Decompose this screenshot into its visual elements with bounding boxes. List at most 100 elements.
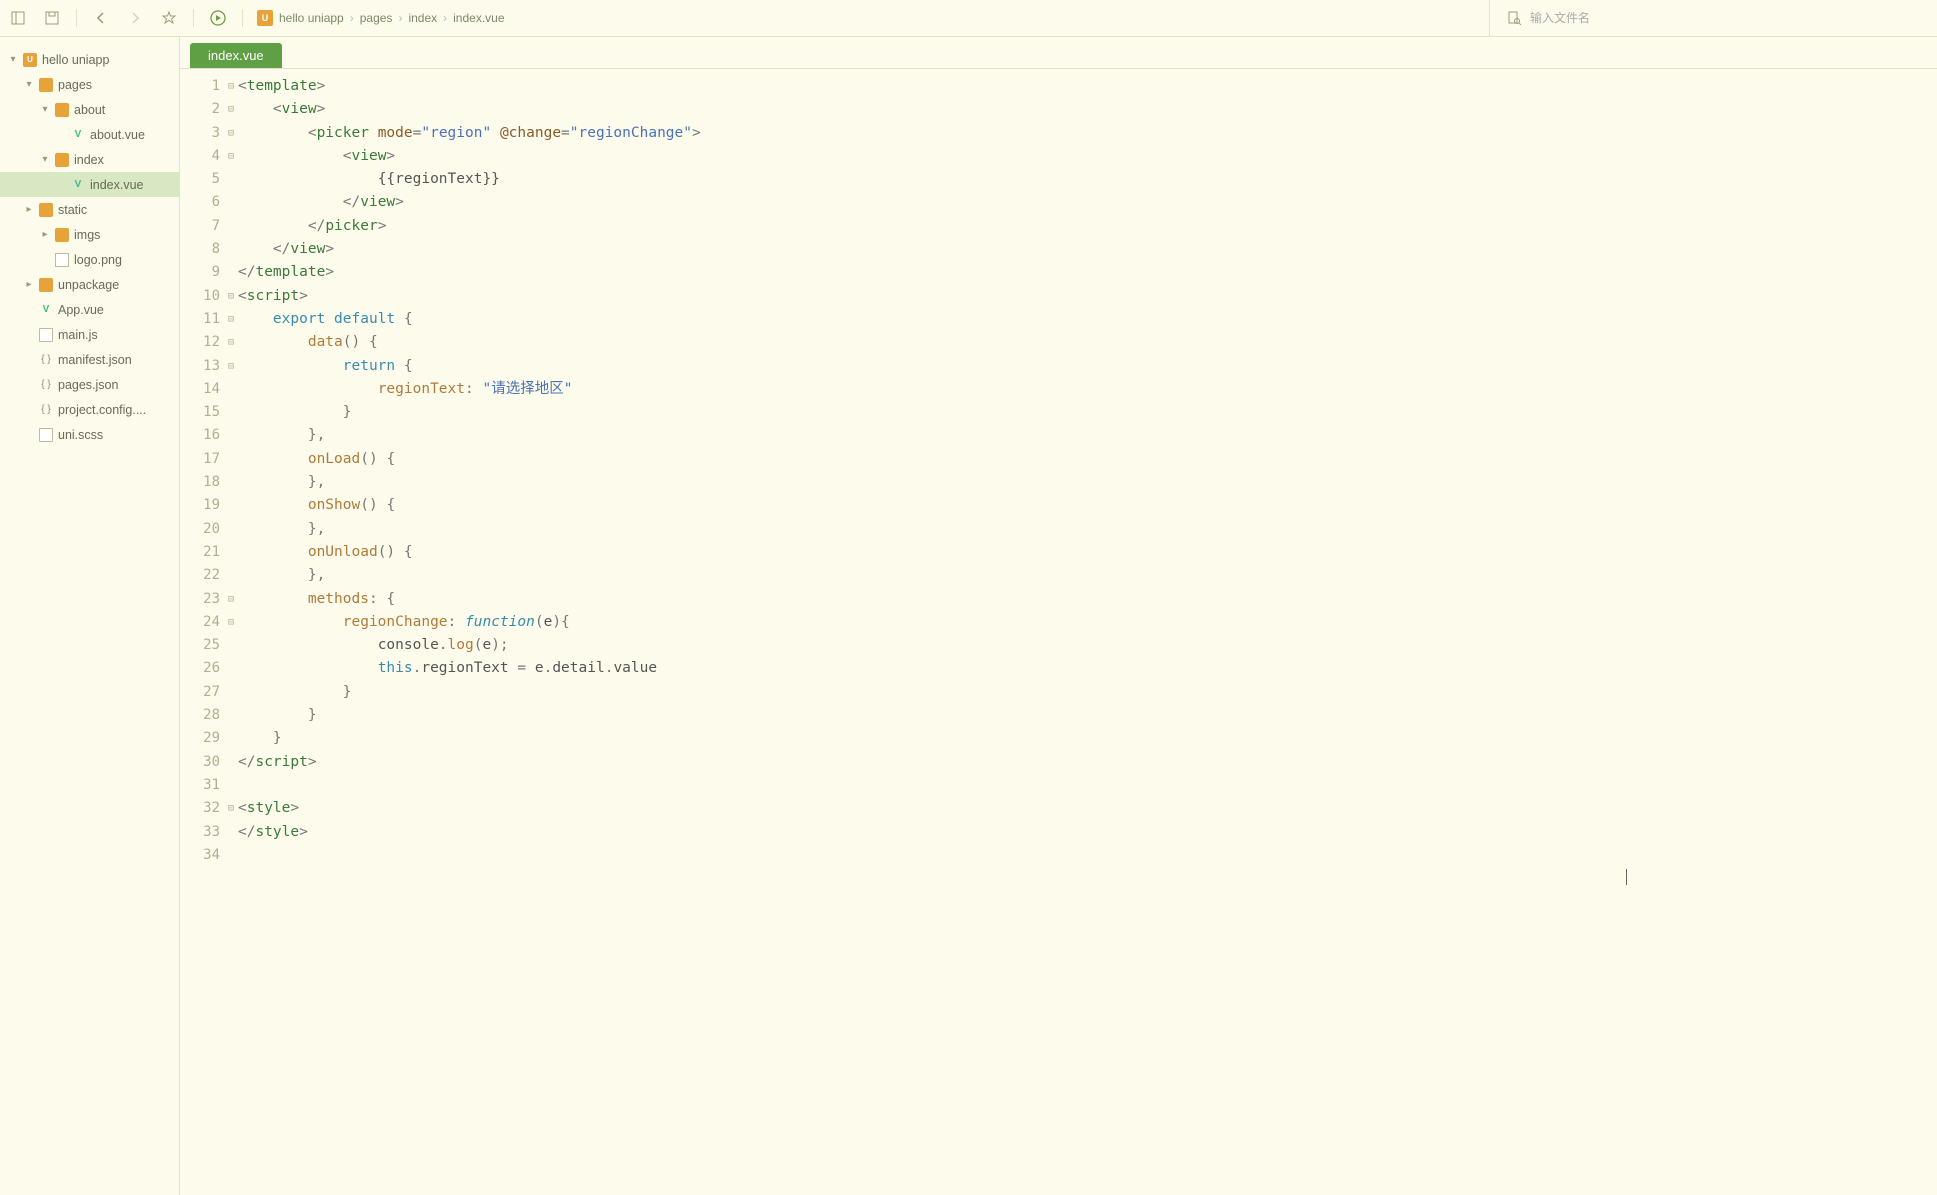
tree-twist-icon[interactable]: ▾ [40, 154, 50, 165]
separator [193, 9, 194, 27]
tree-item[interactable]: { } project.config.... [0, 397, 179, 422]
search-input[interactable] [1530, 11, 1929, 25]
editor: index.vue 123456789101112131415161718192… [180, 37, 1937, 1195]
file-icon [39, 428, 53, 442]
code-line[interactable]: methods: { [238, 588, 1937, 611]
save-icon[interactable] [42, 8, 62, 28]
code-line[interactable]: <script> [238, 285, 1937, 308]
code-line[interactable]: <style> [238, 797, 1937, 820]
tree-item-label: about [74, 103, 105, 117]
tree-item[interactable]: VApp.vue [0, 297, 179, 322]
code-line[interactable] [238, 774, 1937, 797]
json-icon: { } [39, 403, 53, 417]
panel-toggle-icon[interactable] [8, 8, 28, 28]
code-line[interactable]: </template> [238, 261, 1937, 284]
tree-item[interactable]: Vabout.vue [0, 122, 179, 147]
star-icon[interactable] [159, 8, 179, 28]
code-area[interactable]: 1234567891011121314151617181920212223242… [180, 69, 1937, 1195]
code-line[interactable]: this.regionText = e.detail.value [238, 657, 1937, 680]
code-line[interactable]: <view> [238, 98, 1937, 121]
tree-item[interactable]: Vindex.vue [0, 172, 179, 197]
vue-icon: V [71, 128, 85, 142]
tree-item-label: static [58, 203, 87, 217]
tree-twist-icon[interactable]: ▾ [8, 54, 18, 65]
json-icon: { } [39, 353, 53, 367]
tree-item-label: index [74, 153, 104, 167]
tree-item[interactable]: logo.png [0, 247, 179, 272]
tree-item-label: project.config.... [58, 403, 146, 417]
file-tree[interactable]: ▾Uhello uniapp▾pages▾aboutVabout.vue▾ind… [0, 37, 180, 1195]
code-line[interactable]: {{regionText}} [238, 168, 1937, 191]
tree-item-label: about.vue [90, 128, 145, 142]
tree-item-label: logo.png [74, 253, 122, 267]
code-line[interactable]: onUnload() { [238, 541, 1937, 564]
tree-item[interactable]: { } manifest.json [0, 347, 179, 372]
tree-twist-icon[interactable]: ▸ [24, 279, 34, 290]
tree-item[interactable]: ▸imgs [0, 222, 179, 247]
code-line[interactable] [238, 844, 1937, 867]
forward-icon[interactable] [125, 8, 145, 28]
code-line[interactable]: </picker> [238, 215, 1937, 238]
text-cursor [1626, 869, 1627, 885]
tree-item-label: pages [58, 78, 92, 92]
breadcrumb-item[interactable]: index [408, 11, 437, 25]
folder-open-icon [55, 103, 69, 117]
code-line[interactable]: onLoad() { [238, 448, 1937, 471]
tree-item[interactable]: { }pages.json [0, 372, 179, 397]
tree-item[interactable]: main.js [0, 322, 179, 347]
code-line[interactable]: regionChange: function(e){ [238, 611, 1937, 634]
back-icon[interactable] [91, 8, 111, 28]
tree-twist-icon[interactable]: ▸ [40, 229, 50, 240]
img-icon [55, 253, 69, 267]
file-icon [39, 328, 53, 342]
tree-item-label: index.vue [90, 178, 144, 192]
fold-gutter[interactable]: ⊟⊟⊟⊟⊟⊟⊟⊟⊟⊟⊟ [224, 69, 238, 1195]
tree-twist-icon[interactable]: ▾ [40, 104, 50, 115]
code-line[interactable]: } [238, 401, 1937, 424]
tree-twist-icon[interactable]: ▾ [24, 79, 34, 90]
code-line[interactable]: }, [238, 471, 1937, 494]
tree-item[interactable]: uni.scss [0, 422, 179, 447]
tree-item[interactable]: ▾ pages [0, 72, 179, 97]
tree-item[interactable]: ▾Uhello uniapp [0, 47, 179, 72]
search-file-icon[interactable] [1504, 8, 1524, 28]
tab-active[interactable]: index.vue [190, 43, 282, 68]
code-line[interactable]: }, [238, 518, 1937, 541]
vue-icon: V [71, 178, 85, 192]
code-line[interactable]: }, [238, 424, 1937, 447]
code-line[interactable]: </view> [238, 191, 1937, 214]
code-line[interactable]: export default { [238, 308, 1937, 331]
breadcrumb-item[interactable]: index.vue [453, 11, 504, 25]
code-line[interactable]: <picker mode="region" @change="regionCha… [238, 122, 1937, 145]
folder-icon [39, 203, 53, 217]
code-line[interactable]: <view> [238, 145, 1937, 168]
breadcrumb-item[interactable]: hello uniapp [279, 11, 344, 25]
code-line[interactable]: return { [238, 355, 1937, 378]
chevron-right-icon: › [398, 11, 402, 25]
tree-twist-icon[interactable]: ▸ [24, 204, 34, 215]
code-line[interactable]: </view> [238, 238, 1937, 261]
tree-item[interactable]: ▸ static [0, 197, 179, 222]
json-icon: { } [39, 378, 53, 392]
code-line[interactable]: </style> [238, 821, 1937, 844]
separator [76, 9, 77, 27]
code-line[interactable]: onShow() { [238, 494, 1937, 517]
code-line[interactable]: data() { [238, 331, 1937, 354]
run-icon[interactable] [208, 8, 228, 28]
code-line[interactable]: } [238, 704, 1937, 727]
code-line[interactable]: }, [238, 564, 1937, 587]
code-content[interactable]: <template> <view> <picker mode="region" … [238, 69, 1937, 1195]
code-line[interactable]: regionText: "请选择地区" [238, 378, 1937, 401]
tree-item[interactable]: ▾ about [0, 97, 179, 122]
toolbar: U hello uniapp › pages › index › index.v… [0, 0, 1937, 37]
editor-tabs: index.vue [180, 37, 1937, 69]
tree-item[interactable]: ▾ index [0, 147, 179, 172]
tree-item[interactable]: ▸unpackage [0, 272, 179, 297]
code-line[interactable]: </script> [238, 751, 1937, 774]
code-line[interactable]: <template> [238, 75, 1937, 98]
breadcrumb-item[interactable]: pages [360, 11, 393, 25]
code-line[interactable]: } [238, 681, 1937, 704]
code-line[interactable]: console.log(e); [238, 634, 1937, 657]
code-line[interactable]: } [238, 727, 1937, 750]
tree-item-label: manifest.json [58, 353, 132, 367]
